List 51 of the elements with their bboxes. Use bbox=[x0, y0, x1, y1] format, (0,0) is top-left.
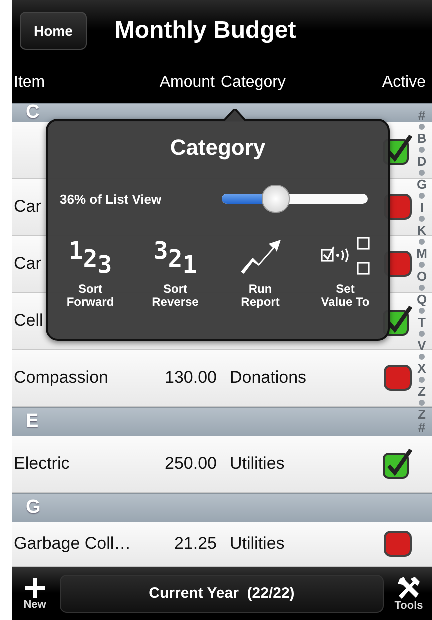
category: Utilities bbox=[229, 534, 286, 554]
list-row[interactable]: Garbage Coll… 21.25 Utilities bbox=[12, 522, 432, 567]
column-header: Amount bbox=[158, 74, 215, 92]
plus-icon bbox=[24, 576, 46, 598]
tools-button[interactable]: Tools bbox=[392, 576, 426, 612]
category: Donations bbox=[229, 368, 308, 388]
digits-icon: 321 bbox=[154, 235, 198, 277]
slider-label: 36% of List View bbox=[60, 192, 162, 206]
index-letter[interactable]: G bbox=[416, 178, 428, 191]
column-header: Item bbox=[13, 74, 46, 92]
section-header: G bbox=[12, 493, 432, 522]
amount: 130.00 bbox=[164, 368, 217, 388]
checkbox-signal-icon bbox=[320, 236, 372, 276]
item-name: Garbage Coll… bbox=[14, 534, 132, 553]
index-letter[interactable]: Z bbox=[418, 408, 426, 421]
index-letter[interactable]: X bbox=[418, 362, 426, 375]
popover-action[interactable]: 321 Sort Reverse bbox=[136, 235, 216, 309]
list-row[interactable]: Electric 250.00 Utilities bbox=[12, 436, 432, 493]
popover-action[interactable]: 123 Sort Forward bbox=[50, 235, 130, 309]
index-letter[interactable]: D bbox=[417, 155, 427, 168]
item-name: Car bbox=[14, 197, 42, 216]
filter-button[interactable]: Current Year (22/22) bbox=[60, 574, 384, 612]
window-title: Monthly Budget bbox=[114, 17, 296, 45]
index-letter[interactable]: O bbox=[416, 270, 428, 283]
item-name: Compassion bbox=[14, 368, 108, 387]
index-letter[interactable]: M bbox=[416, 247, 428, 260]
item-name: Cell bbox=[14, 311, 44, 330]
slider-thumb[interactable] bbox=[262, 185, 290, 213]
column-header: Category bbox=[220, 74, 287, 92]
tools-icon bbox=[396, 576, 422, 600]
item-name: Electric bbox=[14, 454, 70, 473]
index-letter[interactable]: V bbox=[418, 339, 426, 352]
index-letter[interactable]: Q bbox=[416, 293, 428, 306]
index-letter[interactable]: I bbox=[420, 201, 424, 214]
index-letter[interactable]: T bbox=[418, 316, 426, 329]
column-header: Active bbox=[381, 74, 426, 92]
new-button[interactable]: New bbox=[18, 576, 52, 610]
index-letter[interactable]: K bbox=[417, 224, 427, 237]
index-letter[interactable]: B bbox=[417, 132, 427, 145]
amount: 21.25 bbox=[173, 534, 217, 554]
digits-icon: 123 bbox=[68, 235, 112, 277]
amount: 250.00 bbox=[164, 454, 217, 474]
category: Utilities bbox=[229, 454, 286, 474]
unchecked-checkbox[interactable] bbox=[383, 529, 413, 559]
index-letter[interactable]: Z bbox=[418, 385, 426, 398]
popover-action[interactable]: Set Value To bbox=[306, 235, 386, 309]
popover-action[interactable]: Run Report bbox=[220, 235, 300, 309]
item-name: Car bbox=[14, 254, 42, 273]
popover-title: Category bbox=[169, 135, 267, 161]
unchecked-checkbox[interactable] bbox=[383, 363, 413, 393]
home-button[interactable]: Home bbox=[20, 12, 87, 50]
